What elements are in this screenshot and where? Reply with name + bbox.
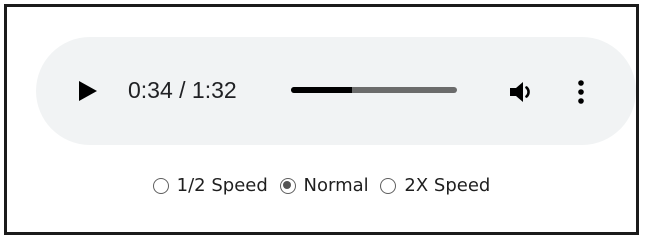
speed-option-normal[interactable]: Normal (279, 175, 369, 196)
seek-progress (291, 87, 353, 93)
audio-player: 0:34 / 1:32 (36, 37, 636, 145)
seek-track (291, 87, 457, 93)
speed-radio-normal[interactable] (279, 177, 296, 194)
play-icon (79, 81, 97, 101)
speed-label-double: 2X Speed (404, 175, 491, 196)
seek-slider[interactable] (291, 82, 457, 100)
play-button[interactable] (74, 78, 100, 104)
volume-icon (510, 82, 530, 102)
speed-radio-half[interactable] (152, 177, 169, 194)
audio-widget-frame: 0:34 / 1:32 1/2 Speed Normal 2X Speed (4, 4, 639, 235)
time-display: 0:34 / 1:32 (128, 77, 237, 103)
more-vert-icon (578, 80, 584, 104)
more-options-button[interactable] (574, 78, 588, 106)
volume-button[interactable] (508, 79, 536, 105)
speed-option-half[interactable]: 1/2 Speed (152, 175, 268, 196)
speed-radio-double[interactable] (380, 177, 397, 194)
speed-label-half: 1/2 Speed (176, 175, 268, 196)
speed-option-double[interactable]: 2X Speed (380, 175, 490, 196)
speed-label-normal: Normal (303, 175, 369, 196)
playback-speed-group: 1/2 Speed Normal 2X Speed (7, 175, 636, 199)
